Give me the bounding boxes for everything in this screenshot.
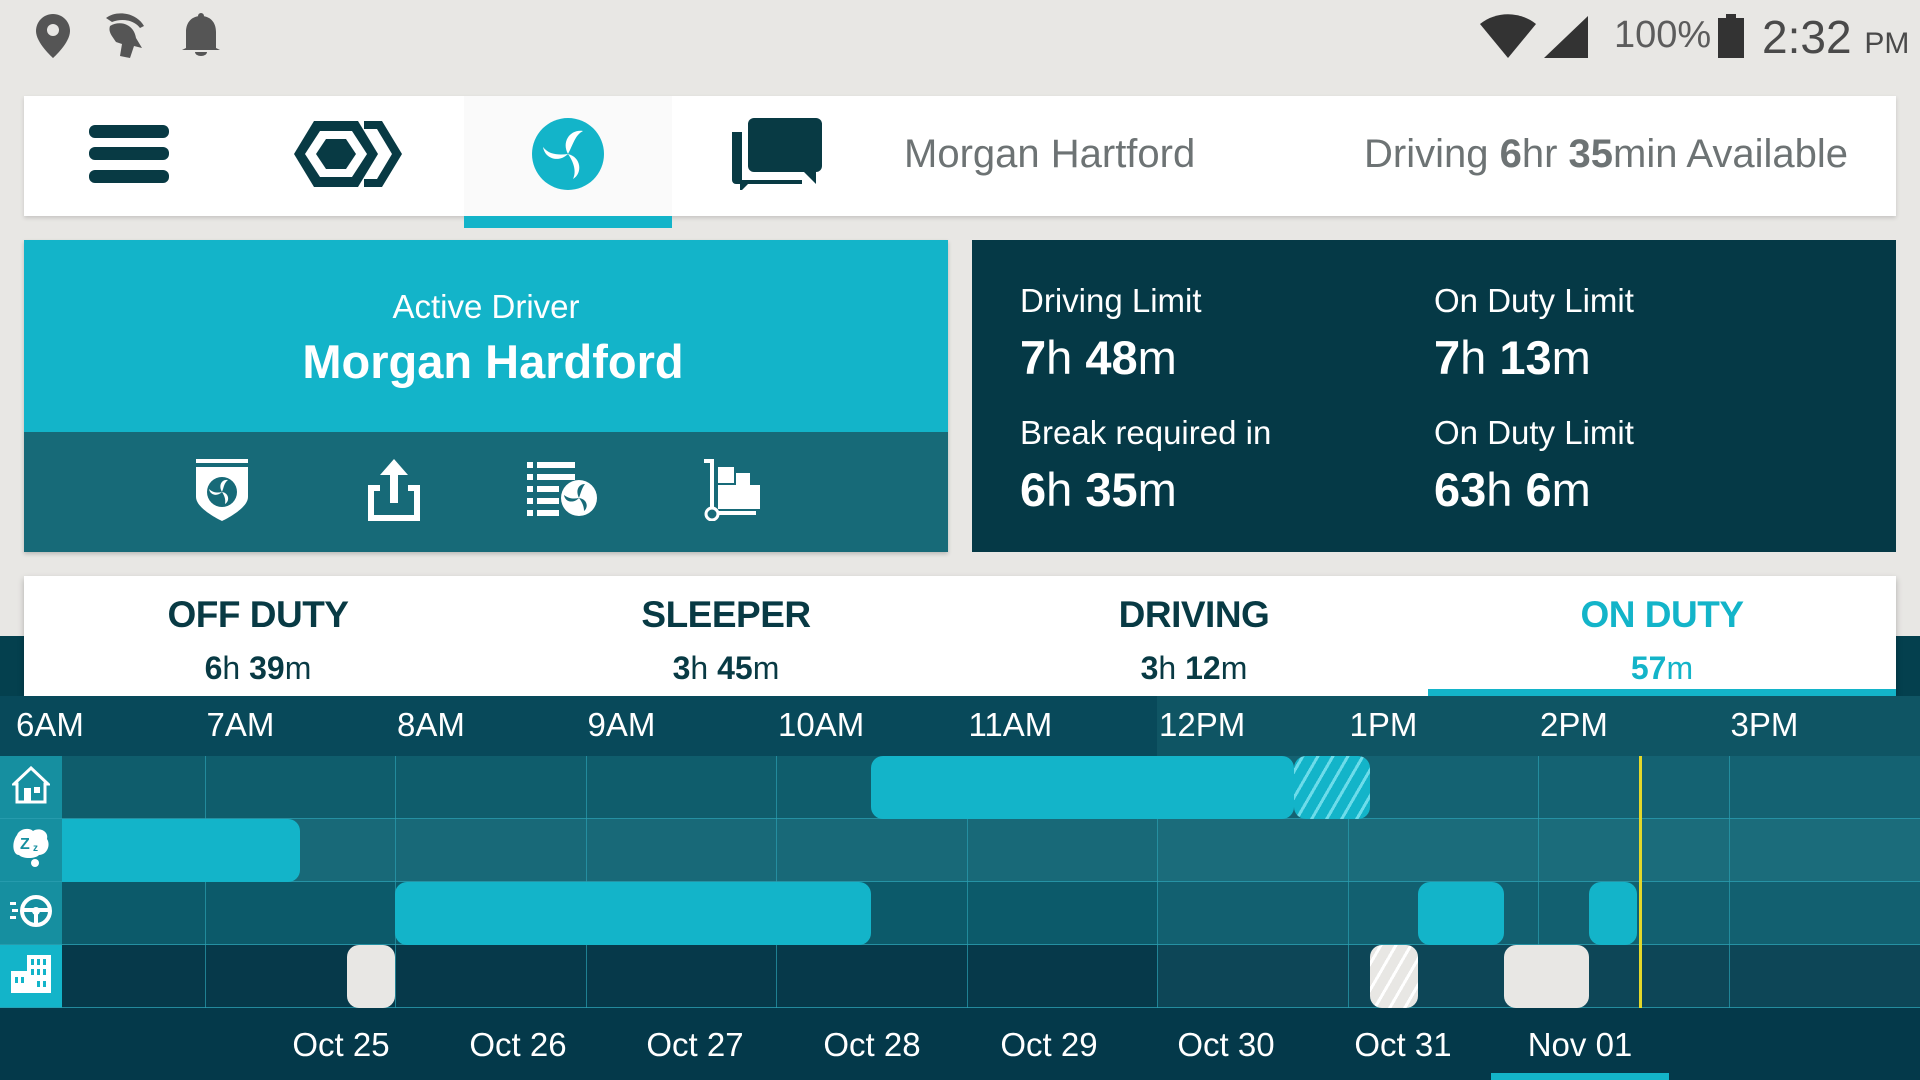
date-tab[interactable]: Oct 25 [252, 1026, 430, 1080]
top-nav-bar: Morgan Hartford Driving 6hr 35min Availa… [24, 96, 1896, 228]
dot-inspection-button[interactable] [186, 456, 258, 528]
battery-percent: 100% [1614, 14, 1712, 56]
tab-driving[interactable]: DRIVING 3h 12m [960, 576, 1428, 696]
row-icon-cell [0, 945, 62, 1008]
timeline-hour-header: 6AM 7AM 8AM 9AM 10AM 11AM 12PM 1PM 2PM 3PM [0, 696, 1920, 756]
active-driver-name: Morgan Hardford [302, 335, 684, 388]
limit-on-duty-cycle: On Duty Limit 63h 6m [1434, 414, 1634, 516]
menu-button[interactable] [24, 96, 234, 216]
spartan-helmet-icon [102, 12, 148, 65]
logo-button[interactable] [234, 96, 464, 216]
chat-bubbles-icon [732, 117, 822, 195]
limit-break-required: Break required in 6h 35m [1020, 414, 1272, 516]
location-pin-icon [36, 14, 70, 63]
tab-on-duty[interactable]: ON DUTY 57m [1428, 576, 1896, 696]
duty-status-grid[interactable]: Zz [0, 756, 1920, 1008]
duty-segment-off-duty[interactable] [871, 756, 1295, 819]
date-tab[interactable]: Oct 31 [1314, 1026, 1492, 1080]
svg-text:Z: Z [20, 836, 30, 853]
triskelion-icon [531, 117, 605, 196]
duty-segment-off-duty[interactable] [1294, 756, 1371, 819]
share-upload-icon [368, 458, 420, 526]
limit-driving: Driving Limit 7h 48m [1020, 282, 1202, 384]
hour-label: 10AM [778, 706, 865, 743]
duty-segment-driving[interactable] [395, 882, 872, 945]
building-icon [11, 955, 51, 998]
hour-label: 8AM [397, 706, 465, 743]
date-tab[interactable]: Oct 26 [429, 1026, 607, 1080]
hour-label: 7AM [206, 706, 275, 743]
status-bar: 100% 2:32 PM [0, 0, 1920, 84]
hour-label: 11AM [968, 706, 1053, 743]
steering-wheel-icon [10, 894, 52, 933]
hour-gridline [1728, 756, 1730, 1008]
driver-action-bar [24, 432, 948, 552]
wifi-icon [1480, 14, 1536, 63]
tab-off-duty[interactable]: OFF DUTY 6h 39m [24, 576, 492, 696]
notification-bell-icon [180, 12, 222, 63]
row-gridline [0, 944, 1920, 945]
date-tab[interactable]: Oct 27 [606, 1026, 784, 1080]
cell-signal-icon [1544, 16, 1588, 63]
date-tab[interactable]: Oct 29 [960, 1026, 1138, 1080]
shield-badge-icon [196, 458, 248, 526]
messages-button[interactable] [672, 96, 882, 216]
row-icon-cell [0, 882, 62, 945]
duty-status-tabs: OFF DUTY 6h 39m SLEEPER 3h 45m DRIVING 3… [24, 576, 1896, 696]
logs-button[interactable] [526, 456, 598, 528]
hour-label: 1PM [1349, 706, 1418, 743]
hexagon-logo-icon [294, 119, 404, 194]
clock: 2:32 PM [1762, 11, 1910, 63]
driving-available-status: Driving 6hr 35min Available [1364, 132, 1848, 176]
current-time-marker [1638, 756, 1642, 1008]
duty-segment-driving[interactable] [1589, 882, 1638, 945]
hos-limits-card: Driving Limit 7h 48m On Duty Limit 7h 13… [972, 240, 1896, 552]
active-driver-card: Active Driver Morgan Hardford [24, 240, 948, 552]
hour-label: 2PM [1540, 706, 1608, 743]
svg-text:z: z [33, 843, 38, 854]
hour-label: 3PM [1730, 706, 1799, 743]
hos-tab-button[interactable] [464, 96, 672, 228]
duty-segment-sleeper[interactable] [62, 819, 300, 882]
date-tab[interactable]: Oct 28 [783, 1026, 961, 1080]
duty-segment-driving[interactable] [1417, 882, 1504, 945]
hour-label: 6AM [16, 706, 84, 743]
hand-truck-icon [704, 458, 760, 526]
hour-gridline [395, 756, 396, 1008]
hour-label: 12PM [1159, 706, 1246, 743]
duty-segment-on-duty[interactable] [1503, 945, 1590, 1008]
hamburger-menu-icon [89, 124, 169, 188]
row-icon-cell [0, 756, 62, 819]
date-tab[interactable]: Oct 30 [1137, 1026, 1315, 1080]
battery-icon [1718, 14, 1744, 63]
row-icon-cell: Zz [0, 819, 62, 882]
sleep-zz-icon: Zz [11, 827, 51, 874]
date-selector: Oct 25 Oct 26 Oct 27 Oct 28 Oct 29 Oct 30 Oct … [0, 1008, 1920, 1080]
tab-sleeper[interactable]: SLEEPER 3h 45m [492, 576, 960, 696]
hour-gridline [204, 756, 206, 1008]
duty-segment-on-duty[interactable] [347, 945, 395, 1008]
active-driver-label: Active Driver [392, 288, 580, 325]
cargo-button[interactable] [696, 456, 768, 528]
duty-segment-on-duty[interactable] [1370, 945, 1418, 1008]
share-button[interactable] [358, 456, 430, 528]
limit-on-duty-daily: On Duty Limit 7h 13m [1434, 282, 1634, 384]
hour-label: 9AM [587, 706, 656, 743]
log-list-icon [527, 461, 597, 523]
date-tab[interactable]: Nov 01 [1491, 1026, 1669, 1080]
house-icon [10, 765, 52, 809]
nav-driver-name: Morgan Hartford [904, 132, 1196, 176]
